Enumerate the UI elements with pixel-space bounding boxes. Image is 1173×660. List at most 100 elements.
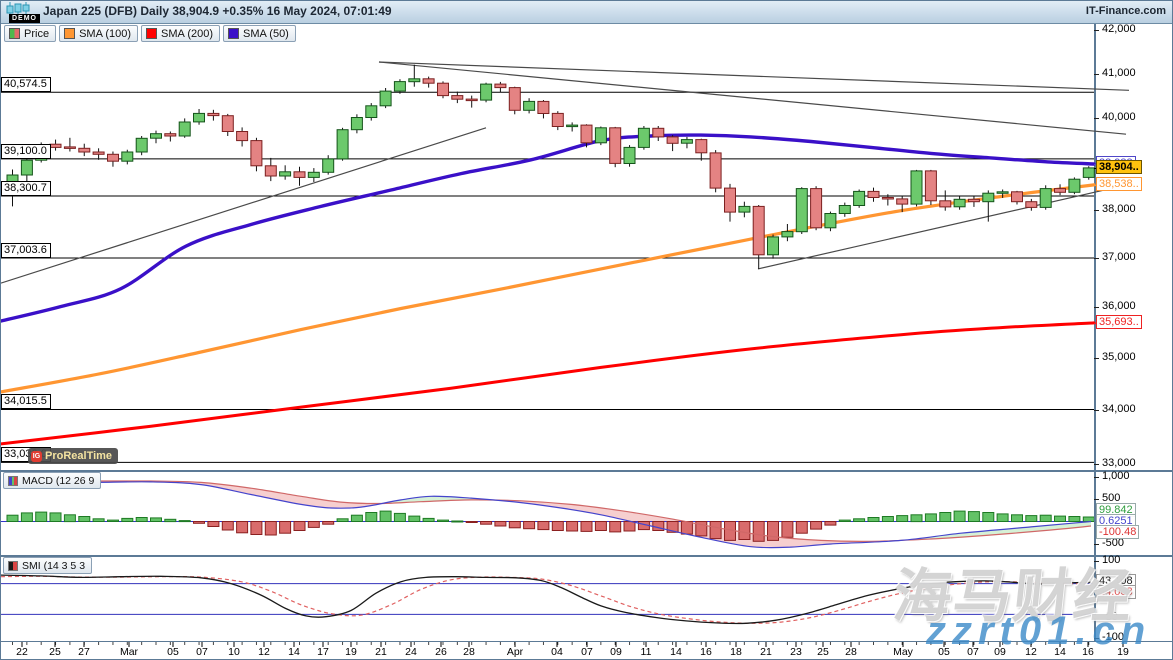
candle-up <box>136 138 147 152</box>
price-axis-tick-label: 41,000 <box>1102 67 1136 79</box>
macd-histogram-bar <box>308 522 319 528</box>
x-axis-date-label: 25 <box>49 646 61 658</box>
candle-up <box>796 189 807 232</box>
x-axis-date-label: 24 <box>405 646 417 658</box>
macd-histogram-bar <box>36 512 47 521</box>
candle-up <box>122 152 133 161</box>
macd-histogram-bar <box>409 516 420 521</box>
candle-up <box>409 79 420 82</box>
macd-histogram-bar <box>710 522 721 539</box>
candle-down <box>495 84 506 88</box>
candle-up <box>954 199 965 207</box>
legend-button-sma-100[interactable]: SMA (100) <box>59 25 138 42</box>
macd-histogram-bar <box>423 518 434 521</box>
x-axis-date-label: 22 <box>16 646 28 658</box>
macd-histogram-bar <box>968 512 979 522</box>
candle-down <box>753 206 764 254</box>
x-axis-date-label: 28 <box>845 646 857 658</box>
macd-histogram-bar <box>265 522 276 536</box>
x-axis-date-label: 05 <box>167 646 179 658</box>
candle-down <box>222 116 233 132</box>
brand-link[interactable]: IT-Finance.com <box>1086 5 1166 17</box>
macd-histogram-bar <box>251 522 262 535</box>
price-axis-tick-label: 33,000 <box>1102 457 1136 469</box>
candle-down <box>538 101 549 113</box>
macd-histogram-bar <box>997 514 1008 522</box>
macd-histogram-bar <box>538 522 549 530</box>
x-axis-date-label: 25 <box>817 646 829 658</box>
macd-histogram-bar <box>351 515 362 521</box>
candle-down <box>265 166 276 176</box>
candle-up <box>151 134 162 139</box>
price-axis-tick-mark <box>1094 358 1099 359</box>
macd-histogram-bar <box>868 518 879 522</box>
macd-histogram-bar <box>1055 516 1066 521</box>
macd-histogram-bar <box>581 522 592 532</box>
smi-tab-label: SMI (14 3 5 3 <box>22 560 85 572</box>
candle-down <box>667 137 678 143</box>
candle-down <box>1012 192 1023 202</box>
candle-down <box>925 171 936 201</box>
x-axis-date-label: 09 <box>610 646 622 658</box>
x-axis-date-label: 26 <box>435 646 447 658</box>
candle-down <box>165 134 176 136</box>
x-axis-date-label: 23 <box>790 646 802 658</box>
macd-histogram-bar <box>194 522 205 524</box>
macd-histogram-bar <box>108 520 119 521</box>
macd-histogram-bar <box>337 519 348 522</box>
candle-down <box>710 153 721 188</box>
macd-histogram-bar <box>64 515 75 522</box>
demo-badge: DEMO <box>9 14 40 23</box>
candle-down <box>1026 202 1037 208</box>
header-bar: Japan 225 (DFB) Daily 38,904.9 +0.35% 16… <box>1 1 1172 24</box>
macd-histogram-bar <box>136 518 147 522</box>
macd-histogram-bar <box>552 522 563 531</box>
candle-up <box>825 214 836 228</box>
macd-histogram-bar <box>882 517 893 522</box>
candle-down <box>50 144 61 147</box>
candle-up <box>681 140 692 144</box>
candle-up <box>380 91 391 106</box>
macd-axis-tick-mark <box>1094 477 1099 478</box>
candle-down <box>696 140 707 153</box>
tab-macd-indicator[interactable]: MACD (12 26 9 <box>3 472 101 489</box>
macd-histogram-bar <box>452 521 463 522</box>
candle-up <box>308 172 319 177</box>
x-axis-date-label: 12 <box>258 646 270 658</box>
macd-panel-graphics <box>1 480 1094 548</box>
macd-histogram-bar <box>796 522 807 534</box>
ig-logo-icon: IG <box>31 451 42 462</box>
x-axis-date-label: 14 <box>670 646 682 658</box>
candle-up <box>1069 179 1080 192</box>
candle-down <box>968 199 979 201</box>
legend-swatch-icon <box>64 28 75 39</box>
price-axis-tick-label: 42,000 <box>1102 23 1136 35</box>
legend-swatch-icon <box>228 28 239 39</box>
macd-histogram-bar <box>925 514 936 522</box>
candle-down <box>581 125 592 143</box>
macd-histogram-bar <box>481 522 492 525</box>
candle-down <box>294 172 305 178</box>
candle-down <box>940 201 951 207</box>
price-axis-tick-mark <box>1094 410 1099 411</box>
candle-up <box>21 160 32 175</box>
candle-down <box>64 147 75 149</box>
x-axis-date-label: 19 <box>345 646 357 658</box>
chart-application: Japan 225 (DFB) Daily 38,904.9 +0.35% 16… <box>0 0 1173 660</box>
candle-down <box>251 141 262 166</box>
price-axis-tick-mark <box>1094 74 1099 75</box>
macd-histogram-bar <box>208 522 219 527</box>
macd-histogram-bar <box>294 522 305 531</box>
candle-up <box>337 130 348 159</box>
candle-up <box>280 172 291 176</box>
sma-100-line <box>1 185 1094 392</box>
legend-button-sma-200[interactable]: SMA (200) <box>141 25 220 42</box>
legend-button-price[interactable]: Price <box>4 25 56 42</box>
legend-swatch-icon <box>146 28 157 39</box>
tab-smi-indicator[interactable]: SMI (14 3 5 3 <box>3 557 92 574</box>
macd-histogram-bar <box>7 515 18 521</box>
legend-button-sma-50[interactable]: SMA (50) <box>223 25 296 42</box>
macd-histogram-bar <box>21 513 32 522</box>
macd-histogram-bar <box>495 522 506 527</box>
candle-up <box>768 237 779 255</box>
